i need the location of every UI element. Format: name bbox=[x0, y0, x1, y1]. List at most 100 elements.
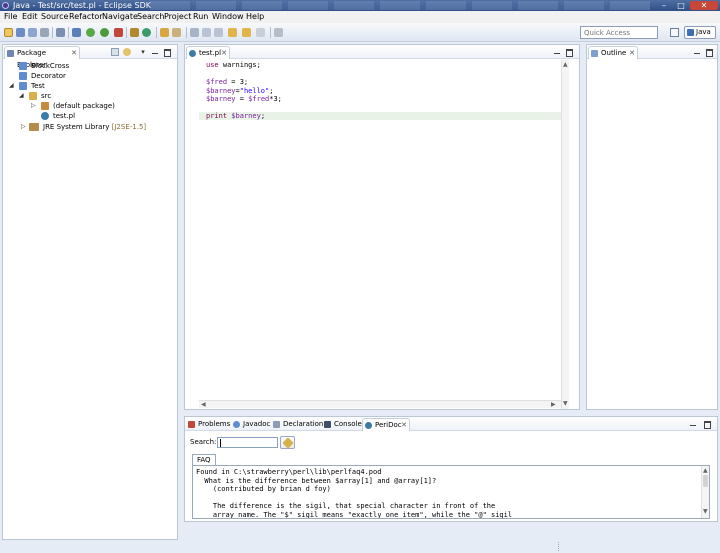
menu-edit[interactable]: Edit bbox=[22, 12, 38, 22]
menu-file[interactable]: File bbox=[4, 12, 17, 22]
tab-peridoc[interactable]: PeriDoc ✕ bbox=[362, 418, 410, 431]
debug-icon[interactable] bbox=[72, 28, 81, 37]
code-token: $barney bbox=[206, 95, 236, 103]
menu-search[interactable]: Search bbox=[137, 12, 164, 22]
collapse-all-icon[interactable] bbox=[111, 48, 119, 56]
minimize-editor-icon[interactable] bbox=[553, 48, 561, 56]
tree-item-test-pl[interactable]: test.pl bbox=[41, 111, 75, 121]
tab-javadoc[interactable]: Javadoc bbox=[231, 418, 271, 431]
peridoc-search-input[interactable] bbox=[217, 437, 278, 448]
code-line: ​ bbox=[206, 104, 282, 113]
next-annotation-icon[interactable] bbox=[202, 28, 211, 37]
back-icon[interactable] bbox=[242, 28, 251, 37]
collapse-arrow-icon[interactable]: ▷ bbox=[31, 101, 36, 111]
close-button[interactable]: ✕ bbox=[690, 1, 718, 10]
menu-help[interactable]: Help bbox=[246, 12, 264, 22]
print-icon[interactable] bbox=[40, 28, 49, 37]
pin-editor-icon[interactable] bbox=[274, 28, 283, 37]
tree-item-jre-library[interactable]: ▷ JRE System Library [J2SE-1.5] bbox=[21, 122, 146, 132]
new-class-icon[interactable] bbox=[142, 28, 151, 37]
tab-declaration[interactable]: Declaration bbox=[271, 418, 323, 431]
maximize-view-icon[interactable] bbox=[163, 48, 171, 57]
faq-scrollbar[interactable]: ▲ ▼ bbox=[701, 466, 709, 518]
minimize-panel-icon[interactable] bbox=[689, 420, 697, 428]
forward-icon[interactable] bbox=[256, 28, 265, 37]
open-type-icon[interactable] bbox=[160, 28, 169, 37]
toggle-mark-icon[interactable] bbox=[190, 28, 199, 37]
menu-project[interactable]: Project bbox=[164, 12, 191, 22]
bottom-panel-header: Problems Javadoc Declaration Console Per… bbox=[185, 417, 717, 431]
menu-window[interactable]: Window bbox=[212, 12, 244, 22]
open-perspective-icon[interactable] bbox=[670, 28, 679, 37]
expand-arrow-icon[interactable]: ◢ bbox=[19, 91, 24, 101]
tree-item-test[interactable]: ◢ Test bbox=[9, 81, 45, 91]
package-explorer-header: Package Explorer ✕ ▾ bbox=[3, 45, 177, 69]
scroll-right-icon[interactable]: ▶ bbox=[551, 401, 556, 408]
view-menu-icon[interactable]: ▾ bbox=[139, 48, 147, 56]
new-package-icon[interactable] bbox=[130, 28, 139, 37]
save-all-icon[interactable] bbox=[28, 28, 37, 37]
tree-item-decorator[interactable]: Decorator bbox=[19, 71, 66, 81]
tab-console[interactable]: Console bbox=[322, 418, 362, 431]
tree-item-label: Decorator bbox=[31, 72, 66, 80]
maximize-button[interactable]: □ bbox=[673, 1, 689, 10]
tree-item-blockcross[interactable]: BlockCross bbox=[19, 61, 69, 71]
close-icon[interactable]: ✕ bbox=[221, 47, 227, 59]
search-go-button[interactable] bbox=[280, 436, 295, 449]
scroll-down-icon[interactable]: ▼ bbox=[563, 400, 568, 407]
scroll-down-icon[interactable]: ▼ bbox=[703, 508, 708, 515]
menu-refactor[interactable]: Refactor bbox=[69, 12, 103, 22]
tab-outline[interactable]: Outline ✕ bbox=[588, 46, 638, 59]
menu-run[interactable]: Run bbox=[193, 12, 208, 22]
tab-outline-label: Outline bbox=[601, 49, 627, 57]
minimize-view-icon[interactable] bbox=[151, 48, 159, 56]
java-perspective-button[interactable]: Java bbox=[684, 26, 716, 39]
tab-problems[interactable]: Problems bbox=[186, 418, 230, 431]
expand-arrow-icon[interactable]: ◢ bbox=[9, 81, 14, 91]
maximize-outline-icon[interactable] bbox=[705, 48, 713, 57]
tab-faq[interactable]: FAQ bbox=[192, 454, 216, 465]
tab-test-pl[interactable]: test.pl ✕ bbox=[186, 46, 230, 59]
tree-item-decoration: [J2SE-1.5] bbox=[111, 123, 147, 131]
scroll-up-icon[interactable]: ▲ bbox=[563, 61, 568, 68]
tree-item-label: JRE System Library bbox=[43, 123, 110, 131]
toolbar-separator bbox=[68, 27, 69, 38]
scroll-thumb[interactable] bbox=[703, 475, 708, 487]
save-icon[interactable] bbox=[16, 28, 25, 37]
scroll-left-icon[interactable]: ◀ bbox=[201, 401, 206, 408]
code-token: use bbox=[206, 61, 219, 69]
maximize-panel-icon[interactable] bbox=[703, 420, 711, 429]
run-dropdown-icon[interactable] bbox=[100, 28, 109, 37]
code-line: $barney="hello"; bbox=[206, 87, 282, 96]
editor-horizontal-scrollbar[interactable]: ◀ ▶ bbox=[199, 400, 561, 408]
close-icon[interactable]: ✕ bbox=[401, 419, 407, 431]
maximize-editor-icon[interactable] bbox=[565, 48, 573, 57]
perl-file-icon bbox=[41, 112, 49, 120]
minimize-outline-icon[interactable] bbox=[693, 48, 701, 56]
editor-view: test.pl ✕ use warnings;​$fred = 3;$barne… bbox=[184, 44, 580, 410]
external-tools-icon[interactable] bbox=[114, 28, 123, 37]
close-icon[interactable]: ✕ bbox=[629, 47, 635, 59]
previous-annotation-icon[interactable] bbox=[214, 28, 223, 37]
new-icon[interactable] bbox=[4, 28, 13, 37]
quick-access-input[interactable] bbox=[580, 26, 658, 39]
menu-source[interactable]: Source bbox=[41, 12, 68, 22]
code-area[interactable]: use warnings;​$fred = 3;$barney="hello";… bbox=[206, 61, 282, 121]
tab-package-explorer[interactable]: Package Explorer ✕ bbox=[4, 46, 80, 69]
link-with-editor-icon[interactable] bbox=[123, 48, 131, 56]
search-icon[interactable] bbox=[172, 28, 181, 37]
editor-vertical-scrollbar[interactable]: ▲ ▼ bbox=[561, 60, 569, 409]
last-edit-icon[interactable] bbox=[228, 28, 237, 37]
scroll-up-icon[interactable]: ▲ bbox=[703, 467, 708, 474]
tree-item-default-package[interactable]: ▷ (default package) bbox=[31, 101, 115, 111]
source-folder-icon bbox=[29, 92, 37, 100]
tree-item-src[interactable]: ◢ src bbox=[19, 91, 51, 101]
run-icon[interactable] bbox=[86, 28, 95, 37]
minimize-button[interactable]: – bbox=[656, 1, 672, 10]
close-icon[interactable]: ✕ bbox=[71, 47, 77, 59]
menu-navigate[interactable]: Navigate bbox=[102, 12, 138, 22]
toolbar-separator bbox=[156, 27, 157, 38]
collapse-arrow-icon[interactable]: ▷ bbox=[21, 122, 26, 132]
build-icon[interactable] bbox=[56, 28, 65, 37]
library-icon bbox=[29, 123, 39, 131]
